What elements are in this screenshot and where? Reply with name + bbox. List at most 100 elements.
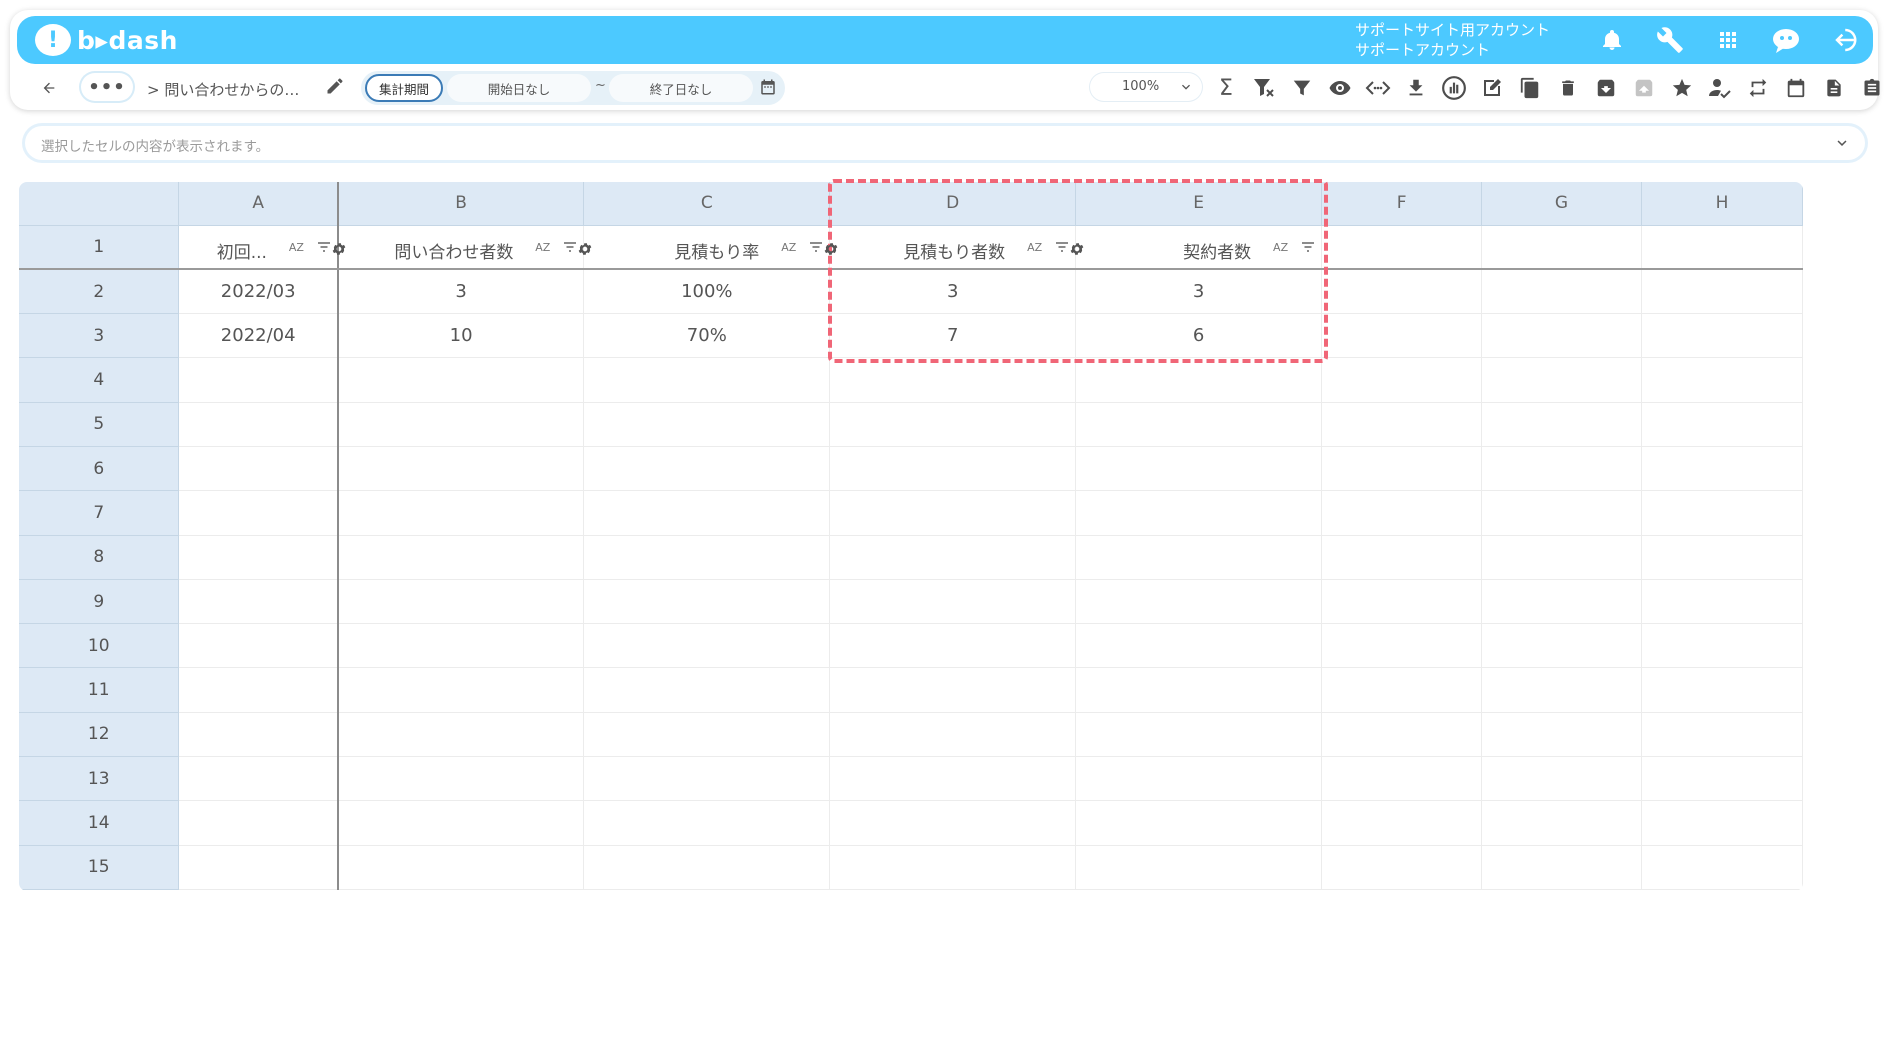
table-cell[interactable] — [583, 446, 831, 492]
table-cell[interactable] — [1641, 446, 1803, 492]
table-cell[interactable] — [337, 579, 585, 625]
breadcrumb[interactable]: > 問い合わせからの… — [147, 79, 299, 100]
logo[interactable]: ! b▸dash — [35, 22, 178, 58]
sum-icon[interactable]: Σ — [1207, 70, 1245, 106]
field-header-cell[interactable]: 初回... AZ — [178, 225, 346, 271]
table-cell[interactable] — [337, 623, 585, 669]
table-cell[interactable] — [1641, 667, 1803, 713]
table-cell[interactable] — [178, 402, 339, 447]
table-cell[interactable] — [1321, 667, 1483, 713]
formula-bar[interactable]: 選択したセルの内容が表示されます。 — [25, 126, 1865, 160]
table-cell[interactable] — [1481, 446, 1642, 492]
wrench-icon[interactable] — [1652, 22, 1688, 58]
table-cell[interactable] — [178, 490, 339, 536]
table-cell[interactable] — [1075, 535, 1323, 580]
table-cell[interactable] — [1481, 800, 1642, 846]
table-cell[interactable] — [1481, 225, 1642, 271]
table-cell[interactable] — [1641, 490, 1803, 536]
column-header[interactable]: B — [337, 182, 585, 226]
table-cell[interactable] — [1075, 667, 1323, 713]
table-cell[interactable] — [1641, 357, 1803, 403]
download-icon[interactable] — [1397, 70, 1435, 106]
table-cell[interactable]: 100% — [583, 269, 831, 315]
table-cell[interactable] — [1075, 402, 1323, 447]
table-cell[interactable] — [1641, 535, 1803, 580]
row-header[interactable]: 8 — [19, 535, 180, 580]
column-header[interactable]: E — [1075, 182, 1323, 226]
table-cell[interactable] — [1481, 535, 1642, 580]
sort-az-icon[interactable]: AZ — [1027, 241, 1042, 254]
table-cell[interactable] — [1641, 313, 1803, 359]
table-cell[interactable]: 3 — [337, 269, 585, 315]
table-cell[interactable] — [1481, 269, 1642, 315]
row-header[interactable]: 13 — [19, 756, 180, 802]
table-cell[interactable] — [1641, 800, 1803, 846]
filter-lines-icon[interactable] — [809, 241, 823, 253]
table-cell[interactable] — [1481, 756, 1642, 802]
field-header-cell[interactable]: 見積もり率 AZ — [583, 225, 838, 271]
table-cell[interactable] — [337, 402, 585, 447]
table-cell[interactable] — [583, 712, 831, 758]
row-header[interactable]: 15 — [19, 845, 180, 890]
bell-icon[interactable] — [1594, 22, 1630, 58]
sort-az-icon[interactable]: AZ — [289, 241, 304, 254]
row-header[interactable]: 1 — [19, 225, 180, 271]
table-cell[interactable] — [829, 623, 1077, 669]
zoom-select[interactable]: 100% — [1090, 73, 1202, 101]
row-header[interactable]: 9 — [19, 579, 180, 625]
table-cell[interactable] — [1075, 845, 1323, 890]
calendar-icon[interactable] — [1777, 70, 1815, 106]
table-cell[interactable] — [1321, 446, 1483, 492]
table-cell[interactable] — [1321, 712, 1483, 758]
eye-icon[interactable] — [1321, 70, 1359, 106]
row-header[interactable]: 2 — [19, 269, 180, 315]
table-cell[interactable]: 3 — [829, 269, 1077, 315]
row-header[interactable]: 11 — [19, 667, 180, 713]
sort-az-icon[interactable]: AZ — [781, 241, 796, 254]
apps-grid-icon[interactable] — [1710, 22, 1746, 58]
table-cell[interactable] — [337, 845, 585, 890]
logout-icon[interactable] — [1826, 22, 1862, 58]
column-header[interactable]: F — [1321, 182, 1483, 226]
table-cell[interactable] — [1481, 623, 1642, 669]
filter-lines-icon[interactable] — [563, 241, 577, 253]
account-info[interactable]: サポートサイト用アカウント サポートアカウント — [1355, 20, 1550, 60]
table-cell[interactable] — [1641, 712, 1803, 758]
table-cell[interactable] — [1075, 490, 1323, 536]
table-cell[interactable] — [1321, 225, 1483, 271]
table-cell[interactable] — [178, 667, 339, 713]
table-cell[interactable] — [1321, 535, 1483, 580]
table-cell[interactable] — [1641, 756, 1803, 802]
table-cell[interactable] — [829, 800, 1077, 846]
table-cell[interactable] — [1075, 756, 1323, 802]
row-header[interactable]: 10 — [19, 623, 180, 669]
table-cell[interactable] — [1481, 579, 1642, 625]
table-cell[interactable] — [1641, 402, 1803, 447]
table-cell[interactable] — [583, 845, 831, 890]
row-header[interactable]: 5 — [19, 402, 180, 447]
table-cell[interactable] — [178, 756, 339, 802]
table-cell[interactable] — [1481, 313, 1642, 359]
table-cell[interactable] — [1321, 313, 1483, 359]
sort-az-icon[interactable]: AZ — [1273, 241, 1288, 254]
table-cell[interactable] — [829, 756, 1077, 802]
row-header[interactable]: 12 — [19, 712, 180, 758]
table-cell[interactable] — [1321, 845, 1483, 890]
sort-az-icon[interactable]: AZ — [535, 241, 550, 254]
calendar-icon[interactable] — [759, 78, 777, 100]
table-cell[interactable] — [829, 667, 1077, 713]
table-cell[interactable] — [1075, 446, 1323, 492]
table-cell[interactable] — [178, 579, 339, 625]
gear-icon[interactable] — [331, 241, 347, 257]
table-cell[interactable] — [829, 357, 1077, 403]
gear-icon[interactable] — [1069, 241, 1085, 257]
table-cell[interactable] — [337, 490, 585, 536]
table-cell[interactable] — [1321, 623, 1483, 669]
table-cell[interactable] — [1641, 845, 1803, 890]
table-cell[interactable] — [1321, 490, 1483, 536]
row-header[interactable]: 7 — [19, 490, 180, 536]
row-header[interactable]: 3 — [19, 313, 180, 359]
column-header[interactable]: D — [829, 182, 1077, 226]
table-cell[interactable] — [1075, 357, 1323, 403]
edit-note-icon[interactable] — [1473, 70, 1511, 106]
